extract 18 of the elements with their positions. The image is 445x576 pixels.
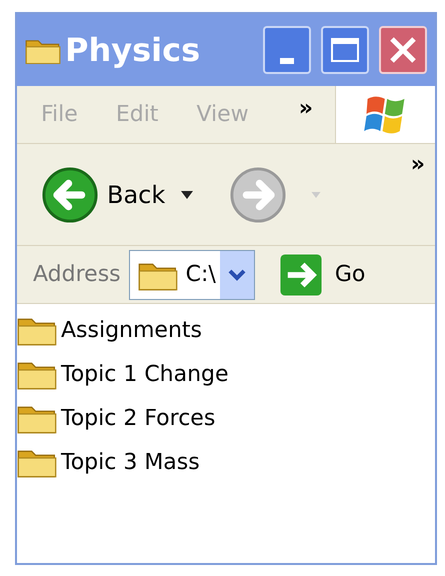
go-button[interactable]: Go	[278, 252, 366, 296]
toolbar-overflow[interactable]: »	[410, 148, 425, 181]
dropdown-button[interactable]	[220, 250, 254, 298]
folder-item[interactable]: Topic 1 Change	[17, 352, 435, 396]
maximize-button[interactable]	[321, 26, 369, 74]
window-title: Physics	[65, 30, 200, 71]
back-button[interactable]: Back	[41, 166, 166, 224]
close-icon	[388, 35, 418, 65]
address-field[interactable]: C:\	[128, 250, 255, 300]
folder-item[interactable]: Topic 2 Forces	[17, 396, 435, 440]
chevron-down-icon	[228, 268, 246, 280]
folder-item[interactable]: Assignments	[17, 308, 435, 352]
menu-overflow[interactable]: »	[298, 92, 313, 125]
folder-item[interactable]: Topic 3 Mass	[17, 440, 435, 484]
minimize-button[interactable]	[263, 26, 311, 74]
dropdown-arrow-icon[interactable]	[181, 190, 194, 198]
address-label: Address	[33, 261, 121, 289]
close-button[interactable]	[379, 26, 427, 74]
